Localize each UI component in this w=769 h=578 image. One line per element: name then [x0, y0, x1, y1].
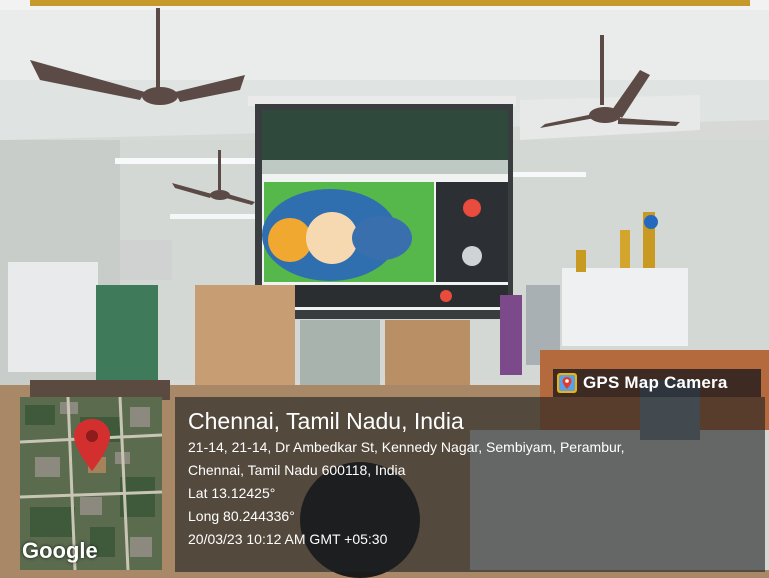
longitude: Long 80.244336° — [188, 508, 295, 524]
location-title: Chennai, Tamil Nadu, India — [188, 408, 464, 434]
latitude: Lat 13.12425° — [188, 485, 276, 501]
address-line-1: 21-14, 21-14, Dr Ambedkar St, Kennedy Na… — [188, 439, 625, 455]
map-provider-label: Google — [22, 538, 98, 563]
badge-label: GPS Map Camera — [583, 373, 728, 392]
map-thumbnail: Google — [20, 397, 162, 570]
map-pin-app-icon — [557, 373, 577, 393]
timestamp: 20/03/23 10:12 AM GMT +05:30 — [188, 531, 388, 547]
gps-map-camera-badge: GPS Map Camera — [553, 369, 761, 397]
address-line-2: Chennai, Tamil Nadu 600118, India — [188, 462, 406, 478]
location-info-panel: Chennai, Tamil Nadu, India 21-14, 21-14,… — [175, 397, 765, 572]
location-pin-icon — [74, 419, 110, 471]
